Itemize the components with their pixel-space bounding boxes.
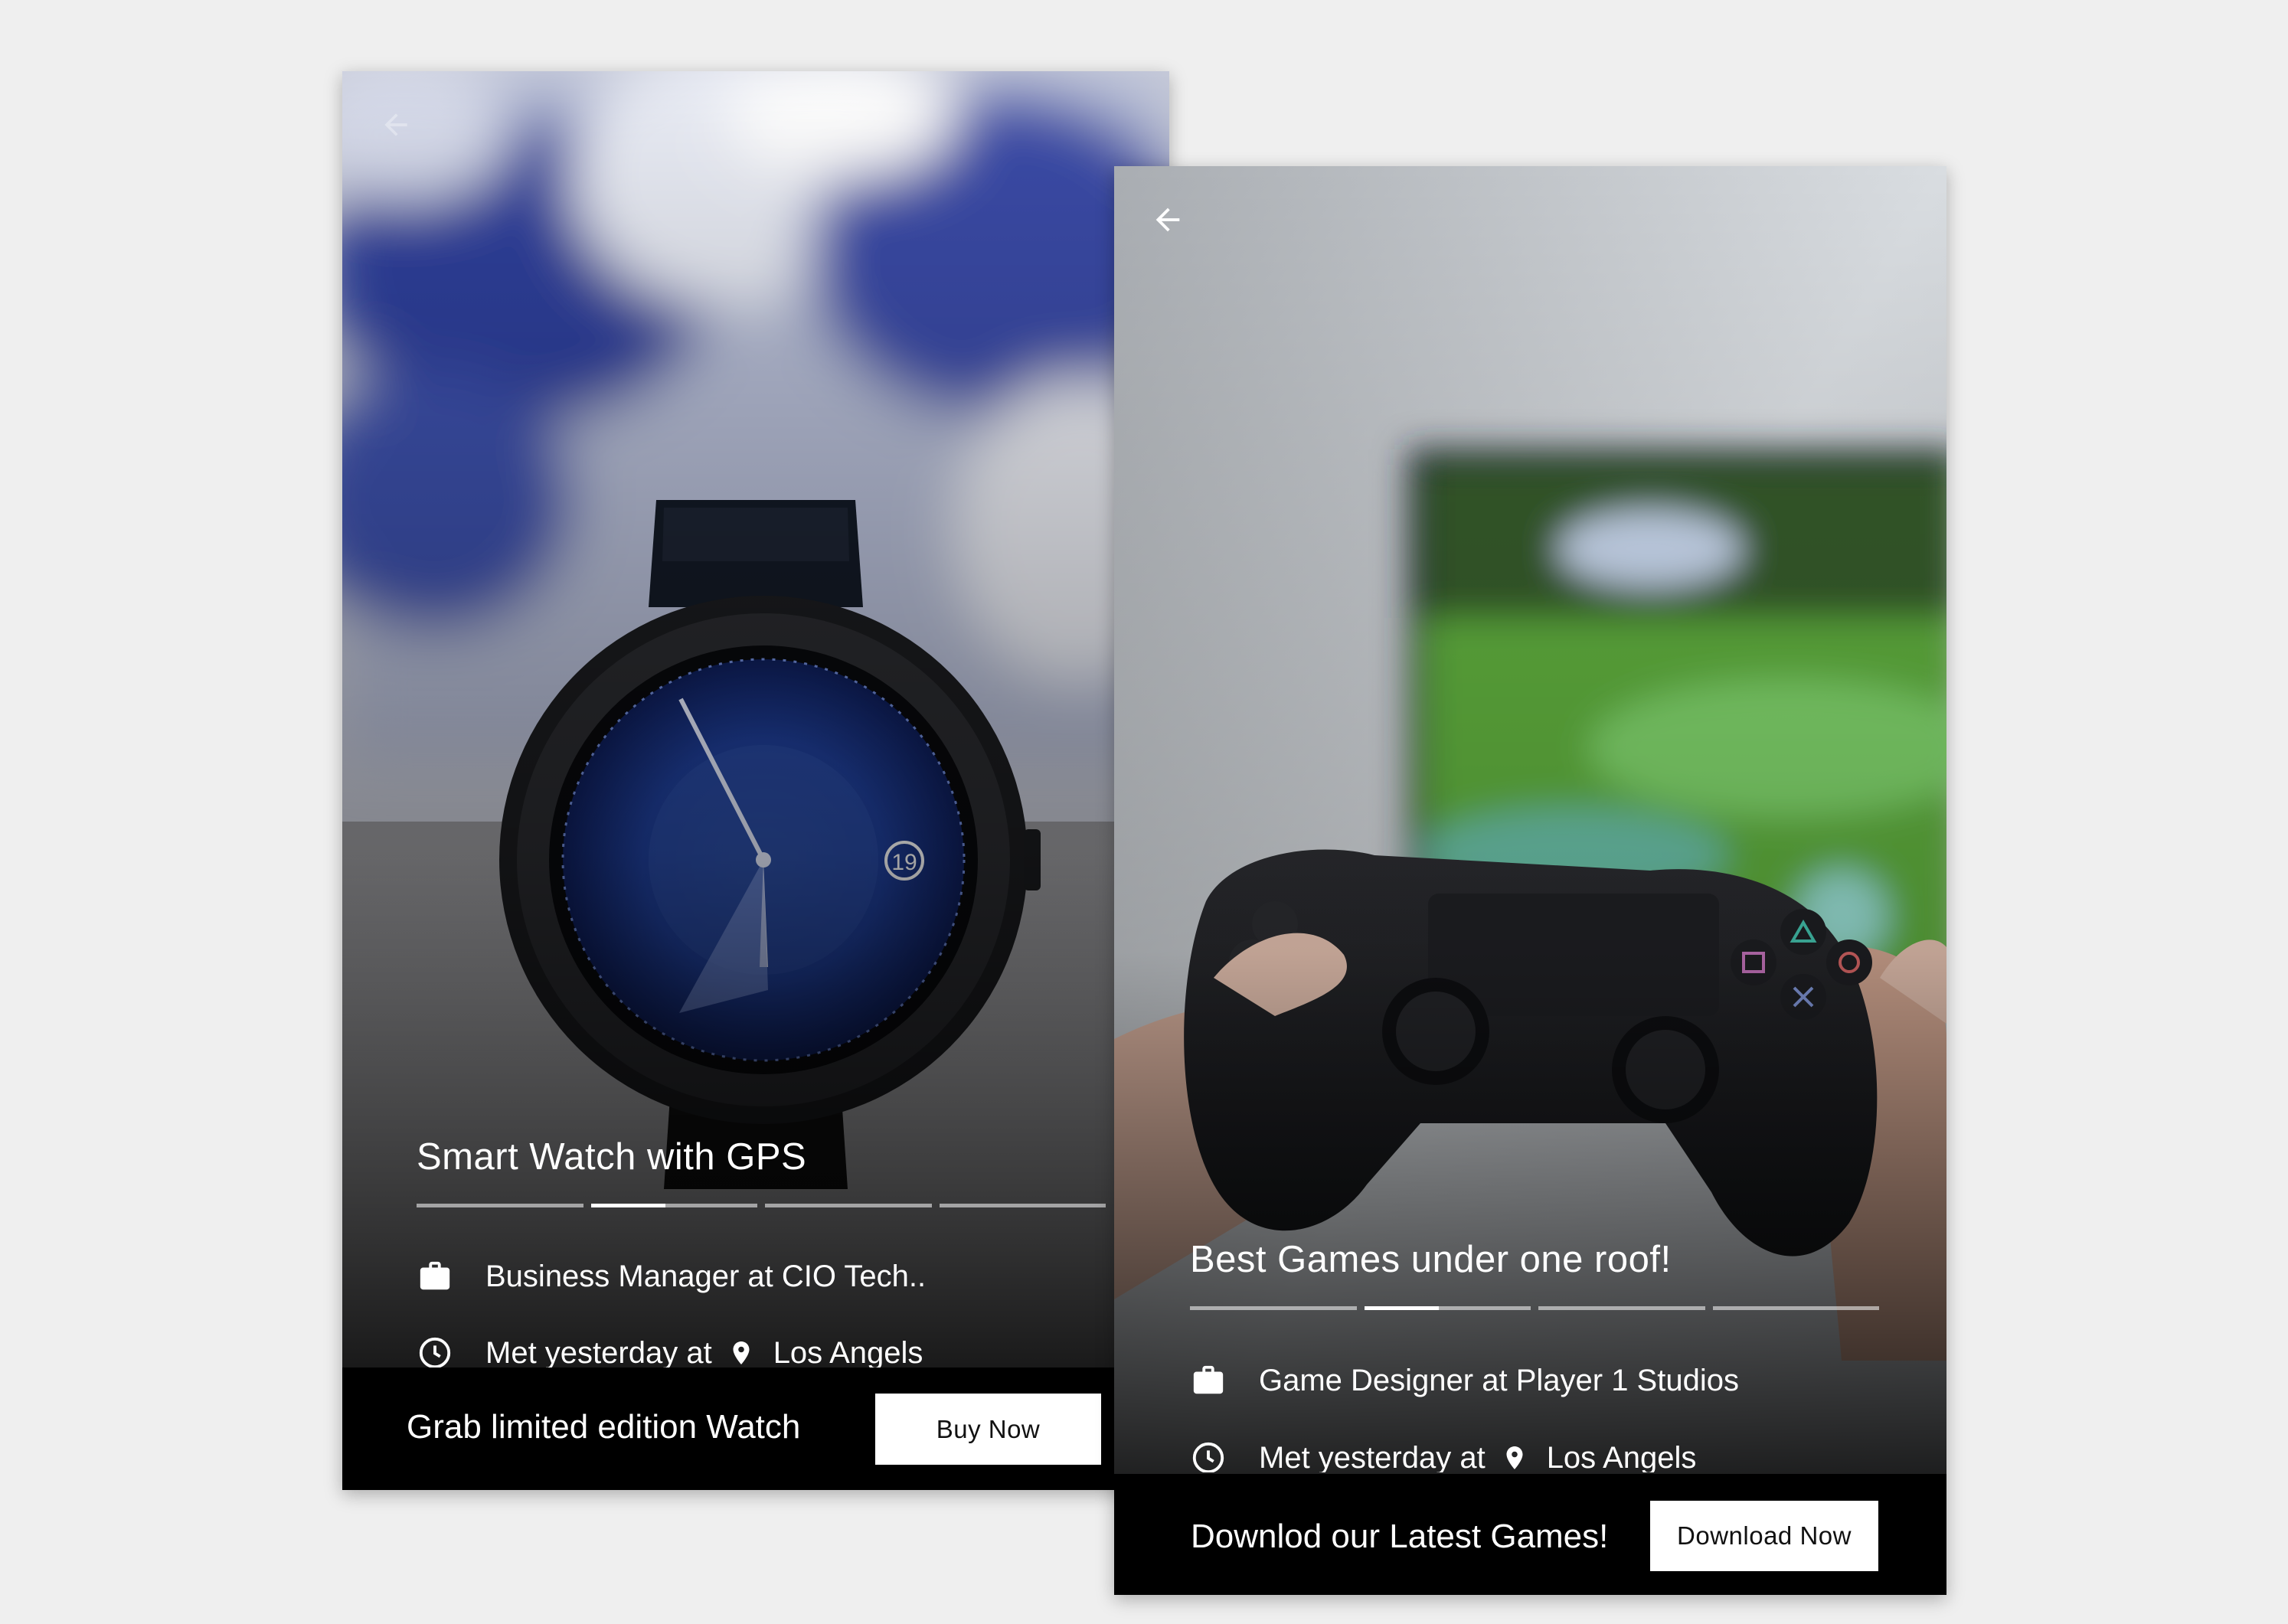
card-title: Smart Watch with GPS <box>417 1136 807 1178</box>
job-text: Business Manager at CIO Tech.. <box>485 1259 927 1293</box>
cta-text: Downlod our Latest Games! <box>1191 1518 1609 1555</box>
location-text: Los Angels <box>1546 1440 1697 1473</box>
job-row: Business Manager at CIO Tech.. <box>417 1258 926 1295</box>
location-pin-icon <box>726 1336 757 1367</box>
card-title: Best Games under one roof! <box>1190 1239 1672 1280</box>
cta-bar: Downlod our Latest Games! Download Now <box>1114 1474 1946 1595</box>
progress-segment <box>1538 1306 1705 1310</box>
job-text: Game Designer at Player 1 Studios <box>1259 1363 1739 1397</box>
back-button[interactable] <box>371 100 420 149</box>
story-progress-bar <box>1190 1306 1879 1310</box>
buy-now-button[interactable]: Buy Now <box>875 1394 1101 1465</box>
cta-text: Grab limited edition Watch <box>407 1408 801 1446</box>
progress-segment-active <box>1364 1306 1531 1310</box>
met-row: Met yesterday at Los Angels <box>417 1335 923 1367</box>
back-arrow-icon <box>1155 207 1180 232</box>
smart-watch-card[interactable]: 19 Smart Watch with GPS Business Manager… <box>342 71 1169 1490</box>
briefcase-icon <box>1190 1362 1227 1399</box>
clock-icon <box>1190 1439 1227 1472</box>
met-text: Met yesterday at <box>1259 1440 1486 1473</box>
progress-segment-active <box>590 1204 757 1207</box>
games-card[interactable]: Best Games under one roof! Game Designer… <box>1114 166 1946 1595</box>
progress-segment <box>765 1204 932 1207</box>
location-text: Los Angels <box>773 1335 923 1368</box>
back-button[interactable] <box>1143 195 1192 244</box>
briefcase-icon <box>417 1258 453 1295</box>
location-pin-icon <box>1499 1441 1530 1472</box>
progress-segment <box>939 1204 1106 1207</box>
met-text: Met yesterday at <box>485 1335 712 1368</box>
story-progress-bar <box>417 1204 1106 1207</box>
job-row: Game Designer at Player 1 Studios <box>1190 1362 1739 1399</box>
download-now-button[interactable]: Download Now <box>1650 1501 1878 1571</box>
cta-bar: Grab limited edition Watch Buy Now <box>342 1367 1169 1490</box>
back-arrow-icon <box>384 113 407 136</box>
met-row-clip: Met yesterday at Los Angels <box>417 1335 1152 1367</box>
clock-icon <box>417 1335 453 1367</box>
met-row: Met yesterday at Los Angels <box>1190 1439 1696 1472</box>
progress-segment <box>1712 1306 1879 1310</box>
progress-segment <box>1190 1306 1357 1310</box>
met-row-clip: Met yesterday at Los Angels <box>1190 1439 1925 1472</box>
progress-segment <box>417 1204 583 1207</box>
